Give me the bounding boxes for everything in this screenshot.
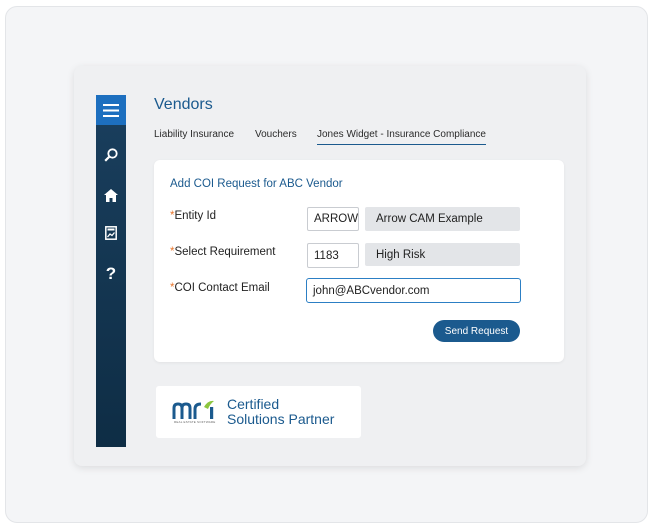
requirement-description: High Risk	[365, 243, 520, 266]
coi-request-form: Add COI Request for ABC Vendor *Entity I…	[154, 160, 564, 362]
badge-text: Certified Solutions Partner	[227, 397, 334, 427]
page-title: Vendors	[154, 96, 213, 113]
email-label: *COI Contact Email	[170, 282, 270, 294]
sidebar: ?	[96, 95, 126, 447]
report-icon[interactable]	[96, 222, 126, 244]
tab-vouchers[interactable]: Vouchers	[255, 129, 297, 144]
home-icon[interactable]	[96, 184, 126, 206]
send-request-button[interactable]: Send Request	[433, 320, 520, 342]
entity-id-input[interactable]: ARROW	[307, 207, 359, 231]
search-icon[interactable]	[96, 144, 126, 166]
mri-logo-icon	[172, 400, 214, 419]
entity-id-label: *Entity Id	[170, 210, 217, 222]
form-title: Add COI Request for ABC Vendor	[170, 178, 343, 190]
certified-partner-badge: REAL ESTATE SOFTWARE Certified Solutions…	[156, 386, 361, 438]
logo-tagline: REAL ESTATE SOFTWARE	[174, 420, 216, 424]
badge-line-1: Certified	[227, 396, 280, 412]
tab-liability-insurance[interactable]: Liability Insurance	[154, 129, 234, 144]
menu-icon[interactable]	[96, 95, 126, 125]
help-icon[interactable]: ?	[96, 263, 126, 285]
requirement-input[interactable]: 1183	[307, 243, 359, 268]
coi-contact-email-input[interactable]: john@ABCvendor.com	[306, 278, 521, 303]
badge-line-2: Solutions Partner	[227, 411, 335, 427]
requirement-label: *Select Requirement	[170, 246, 276, 258]
tab-insurance-compliance[interactable]: Jones Widget - Insurance Compliance	[317, 129, 486, 145]
entity-description: Arrow CAM Example	[365, 207, 520, 231]
